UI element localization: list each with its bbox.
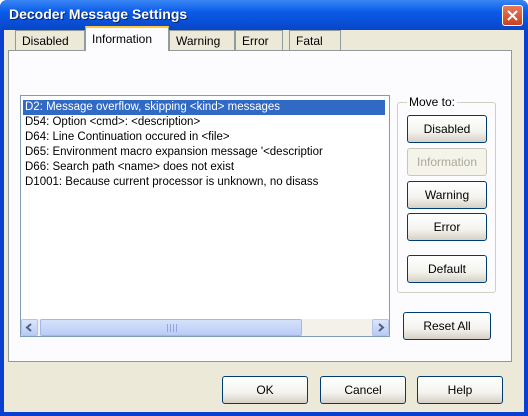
tab-label: Disabled (22, 34, 69, 48)
list-item[interactable]: D66: Search path <name> does not exist (23, 160, 234, 175)
dialog-window: Decoder Message Settings Disabled Inform… (0, 0, 528, 416)
tab-warning[interactable]: Warning (169, 30, 235, 50)
move-to-information-button[interactable]: Information (407, 148, 487, 176)
ok-button[interactable]: OK (222, 376, 308, 404)
move-to-label: Move to: (407, 95, 458, 109)
tab-label: Information (92, 32, 153, 46)
chevron-left-icon (25, 323, 32, 332)
close-icon (507, 10, 518, 21)
window-title: Decoder Message Settings (9, 6, 188, 22)
list-item[interactable]: D2: Message overflow, skipping <kind> me… (23, 100, 385, 115)
scroll-thumb[interactable] (40, 319, 302, 336)
list-item[interactable]: D1001: Because current processor is unkn… (23, 175, 318, 190)
message-list[interactable]: D2: Message overflow, skipping <kind> me… (20, 95, 390, 337)
reset-all-button[interactable]: Reset All (403, 312, 491, 340)
chevron-right-icon (378, 323, 385, 332)
tab-information[interactable]: Information (85, 26, 169, 51)
move-to-disabled-button[interactable]: Disabled (407, 115, 487, 143)
title-bar[interactable]: Decoder Message Settings (0, 0, 528, 30)
default-button[interactable]: Default (407, 255, 487, 283)
cancel-button[interactable]: Cancel (320, 376, 406, 404)
list-item[interactable]: D64: Line Continuation occured in <file> (23, 130, 230, 145)
tab-fatal[interactable]: Fatal (289, 30, 341, 50)
close-button[interactable] (502, 5, 523, 26)
scroll-left-button[interactable] (21, 319, 38, 336)
tab-label: Error (242, 34, 269, 48)
grip-icon (167, 324, 177, 332)
horizontal-scrollbar[interactable] (21, 319, 389, 336)
tab-label: Fatal (296, 34, 323, 48)
help-button[interactable]: Help (417, 376, 503, 404)
list-item[interactable]: D54: Option <cmd>: <description> (23, 115, 200, 130)
move-to-error-button[interactable]: Error (407, 213, 487, 241)
scroll-right-button[interactable] (372, 319, 389, 336)
tab-error[interactable]: Error (235, 30, 283, 50)
list-item[interactable]: D65: Environment macro expansion message… (23, 145, 323, 160)
tab-label: Warning (176, 34, 221, 48)
tab-disabled[interactable]: Disabled (15, 30, 85, 50)
move-to-warning-button[interactable]: Warning (407, 181, 487, 209)
